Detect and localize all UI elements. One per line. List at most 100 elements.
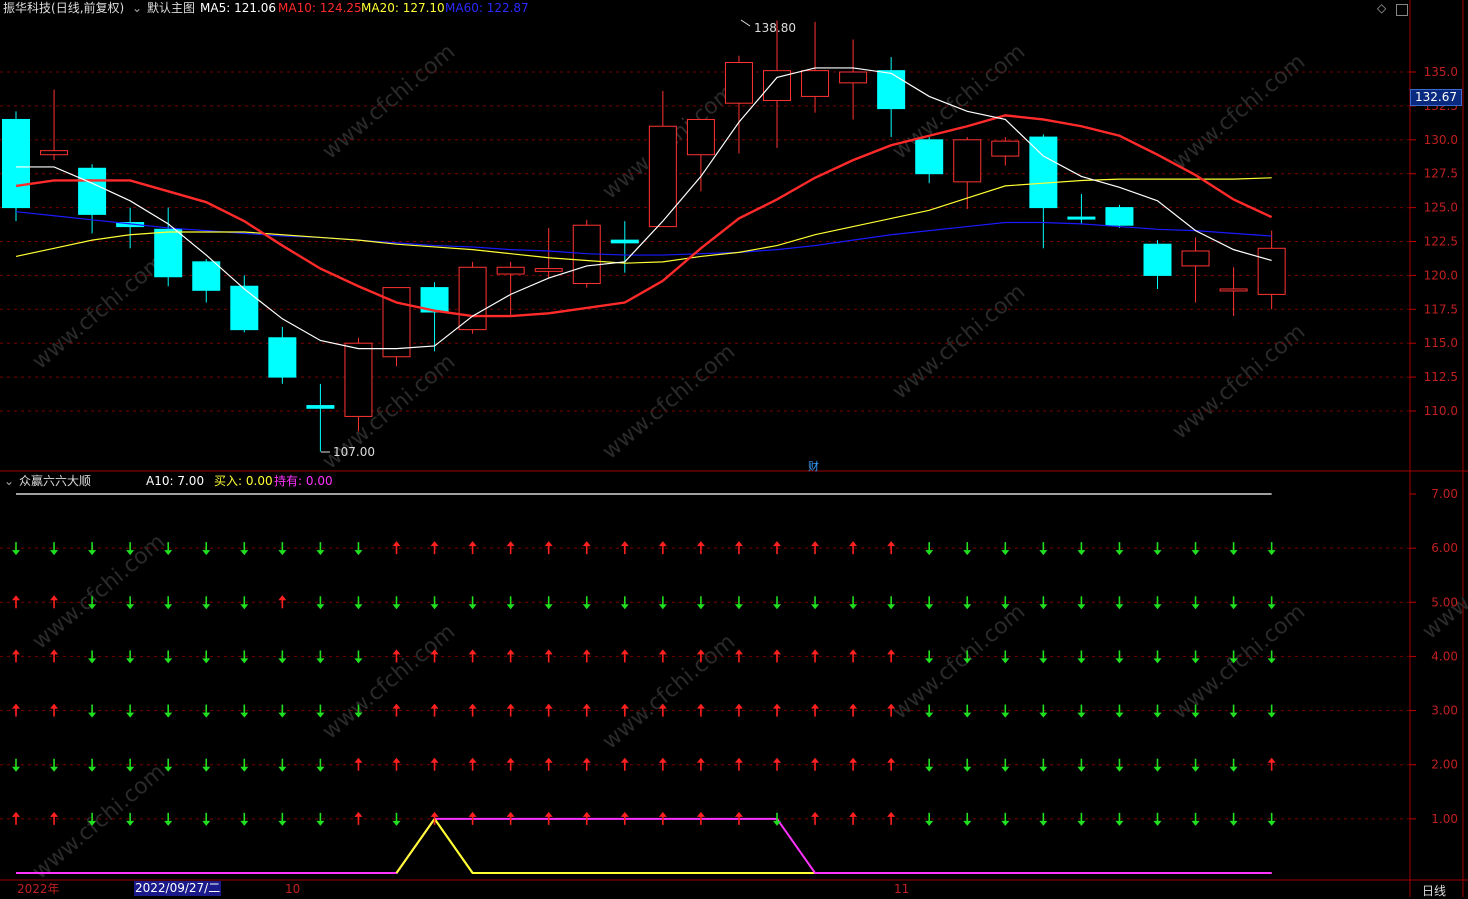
stock-title: 振华科技(日线,前复权) xyxy=(3,1,124,15)
buy-line-highlight xyxy=(395,817,474,874)
ma20-readout: MA20: 127.10 xyxy=(361,1,445,15)
hold-value: 0.00 xyxy=(305,474,333,488)
candle-up xyxy=(648,125,677,228)
ma20-line xyxy=(15,177,1272,264)
price-tick-label: 115.0 xyxy=(1424,336,1458,350)
hold-readout: 持有: 0.00 xyxy=(274,474,333,488)
ma60-value: 122.87 xyxy=(486,1,529,15)
candle-up xyxy=(1181,250,1210,267)
candle-down xyxy=(230,285,259,331)
ma20-label: MA20: xyxy=(361,1,399,15)
watermark-text: www.cfchi.com xyxy=(318,619,460,744)
price-tick-label: 130.0 xyxy=(1424,133,1458,147)
indicator-name[interactable]: 众赢六六大顺 xyxy=(19,474,91,488)
candle-down xyxy=(192,261,221,291)
candle-down xyxy=(2,118,30,209)
hold-line xyxy=(16,817,1272,874)
candle-down xyxy=(915,139,944,175)
price-tick-label: 117.5 xyxy=(1424,302,1458,316)
a10-value: 7.00 xyxy=(177,474,205,488)
candle-down xyxy=(154,228,183,278)
indicator-tick-label: 6.00 xyxy=(1431,541,1458,555)
candle-up xyxy=(801,70,830,97)
watermark-text: www.cfchi.com xyxy=(598,629,740,754)
year-label: 2022年 xyxy=(17,882,60,896)
watermark-text: www.cfchi.com xyxy=(1168,319,1310,444)
a10-label: A10: xyxy=(146,474,174,488)
diamond-icon[interactable]: ◇ xyxy=(1377,1,1386,15)
candle-up xyxy=(458,266,487,331)
candle-up xyxy=(1219,288,1248,292)
candle-up xyxy=(1257,247,1286,295)
stock-name: 振华科技 xyxy=(3,1,52,15)
candle-up xyxy=(991,140,1020,157)
watermark-text: www.cfchi.com xyxy=(888,599,1030,724)
candle-up xyxy=(496,266,525,275)
a10-readout: A10: 7.00 xyxy=(146,474,204,488)
buy-label: 买入: xyxy=(214,474,243,488)
candle-down xyxy=(1105,207,1134,226)
month-label-nov: 11 xyxy=(894,882,910,896)
candle-down xyxy=(877,70,906,110)
ma5-line xyxy=(16,67,1272,350)
ma60-readout: MA60: 122.87 xyxy=(445,1,529,15)
ma5-label: MA5: xyxy=(200,1,231,15)
main-chart-selector[interactable]: 默认主图 xyxy=(147,1,195,15)
axis-labels: 135.0132.5130.0127.5125.0122.5120.0117.5… xyxy=(1424,65,1458,826)
candle-down xyxy=(78,167,107,215)
watermark-layer: www.cfchi.com www.cfchi.com www.cfchi.com w… xyxy=(28,39,1468,884)
watermark-text: www.cfchi.com xyxy=(318,39,460,164)
indicator-tick-label: 2.00 xyxy=(1431,758,1458,772)
watermark-text: www.cfchi.com xyxy=(1168,49,1310,174)
watermark-text: www.cfchi.com xyxy=(28,249,170,374)
chart-canvas[interactable]: www.cfchi.com www.cfchi.com www.cfchi.com w… xyxy=(0,0,1468,897)
period-type: (日线,前复权) xyxy=(51,1,125,15)
ma5-value: 121.06 xyxy=(234,1,277,15)
price-tick-label: 125.0 xyxy=(1424,201,1458,215)
buy-readout: 买入: 0.00 xyxy=(214,474,273,488)
stock-chart-window: www.cfchi.com www.cfchi.com www.cfchi.com w… xyxy=(0,0,1468,899)
candles xyxy=(2,19,1286,453)
signal-arrows xyxy=(12,541,1276,826)
low-price-label: 107.00 xyxy=(333,445,375,459)
candle-up xyxy=(839,71,868,84)
cursor-date-label: 2022/09/27/二 xyxy=(134,881,222,896)
indicator-tick-label: 7.00 xyxy=(1431,487,1458,501)
candle-down xyxy=(1143,243,1172,276)
indicator-tick-label: 4.00 xyxy=(1431,649,1458,663)
candle-up xyxy=(953,139,982,183)
financial-report-marker[interactable]: 财 xyxy=(808,458,819,474)
price-tick-label: 122.5 xyxy=(1424,235,1458,249)
ma20-value: 127.10 xyxy=(402,1,445,15)
chart-frame xyxy=(0,0,1468,897)
ma10-label: MA10: xyxy=(278,1,316,15)
candle-up xyxy=(344,342,373,417)
high-price-label: 138.80 xyxy=(754,21,796,35)
watermark-text: www.cfchi.com xyxy=(888,279,1030,404)
price-tick-label: 127.5 xyxy=(1424,167,1458,181)
candle-up xyxy=(40,150,69,156)
watermark-text: www.cfchi.com xyxy=(1168,599,1310,724)
ma10-readout: MA10: 124.25 xyxy=(278,1,362,15)
price-tick-label: 120.0 xyxy=(1424,268,1458,282)
candle-down xyxy=(306,405,335,409)
month-label-oct: 10 xyxy=(285,882,301,896)
watermark-text: www.cfchi.com xyxy=(28,759,170,884)
candle-up xyxy=(724,62,753,104)
candle-down xyxy=(268,337,297,378)
indicator-tick-label: 1.00 xyxy=(1431,812,1458,826)
moving-averages xyxy=(15,67,1273,350)
candle-up xyxy=(686,118,715,156)
watermark-text: www.cfchi.com xyxy=(1418,519,1468,644)
hold-label: 持有: xyxy=(274,474,303,488)
period-selector[interactable]: 日线 xyxy=(1422,882,1446,899)
buy-line xyxy=(16,817,1272,874)
candle-down xyxy=(1067,216,1096,220)
buy-value: 0.00 xyxy=(245,474,273,488)
current-price-badge: 132.67 xyxy=(1410,89,1462,106)
candle-down xyxy=(610,239,639,244)
chevron-down-icon[interactable]: ⌄ xyxy=(4,474,14,488)
price-tick-label: 110.0 xyxy=(1424,404,1458,418)
chevron-down-icon[interactable]: ⌄ xyxy=(132,1,142,15)
window-icon[interactable] xyxy=(1396,4,1408,16)
